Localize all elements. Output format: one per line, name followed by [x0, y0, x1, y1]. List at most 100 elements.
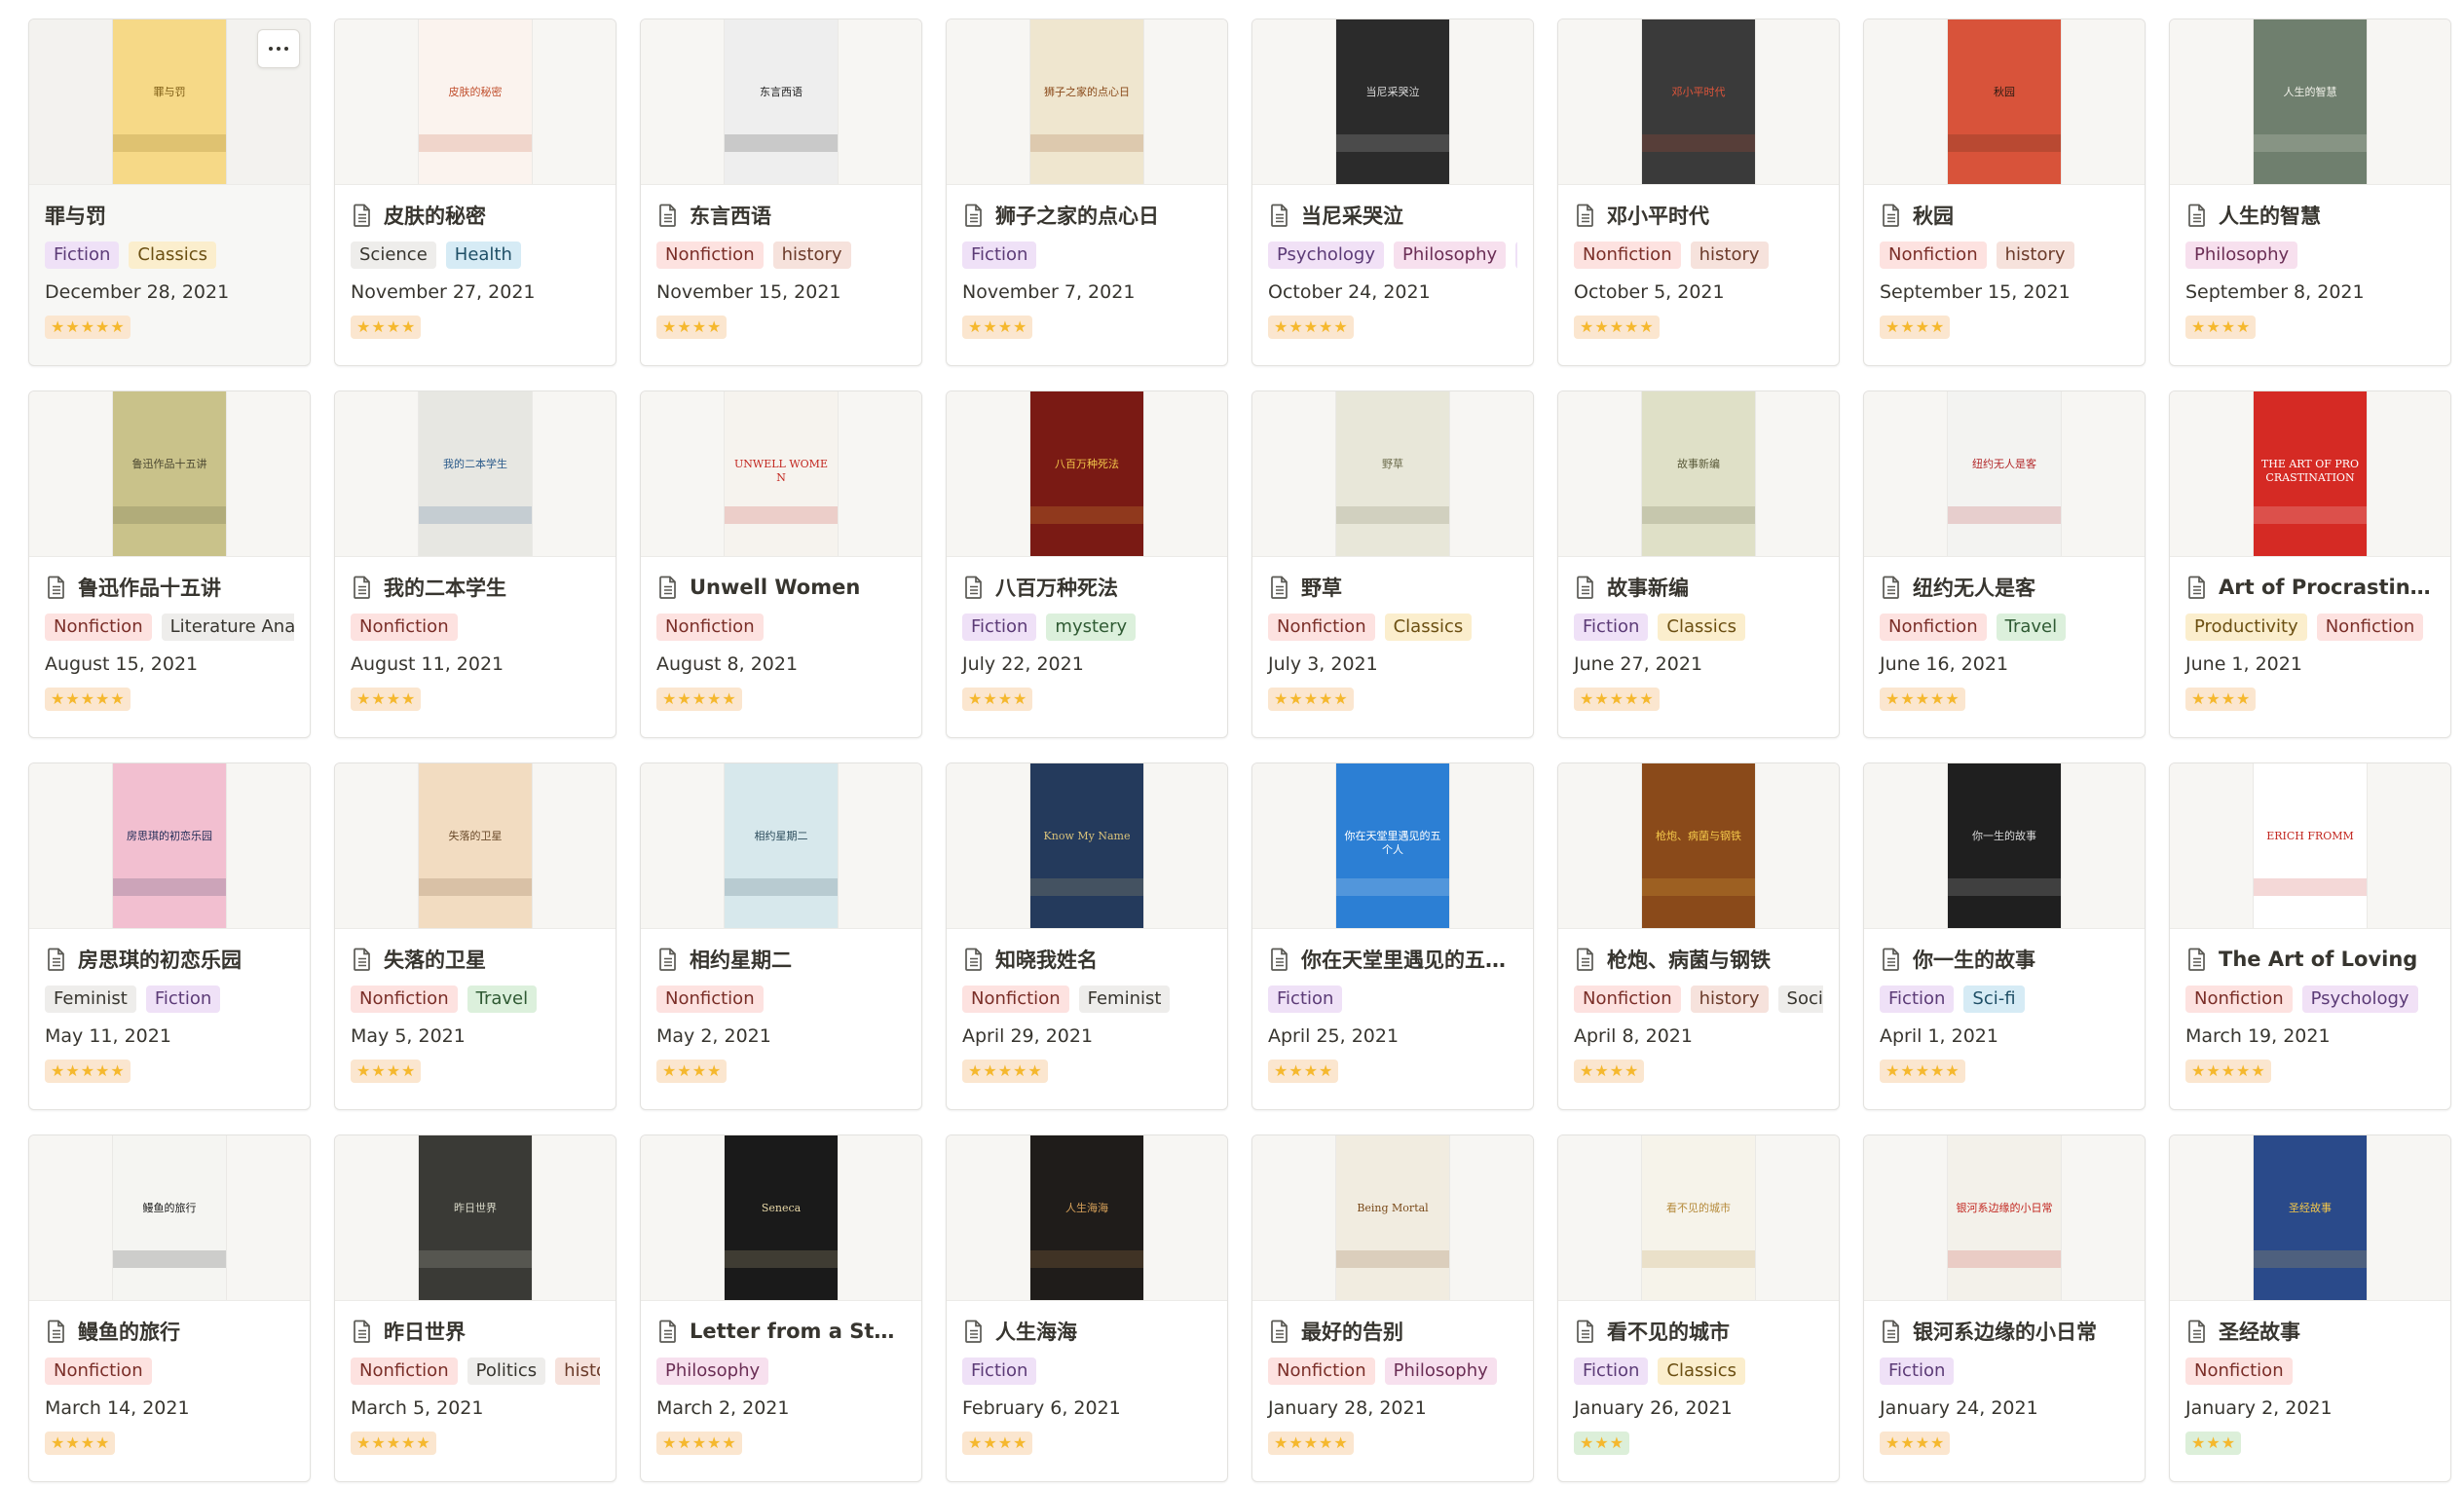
title-row[interactable]: 知晓我姓名: [962, 943, 1212, 976]
cover-area[interactable]: 秋园: [1864, 19, 2145, 185]
cover-area[interactable]: THE ART OF PROCRASTINATION: [2170, 391, 2450, 557]
title-row[interactable]: 邓小平时代: [1574, 199, 1823, 232]
cover-area[interactable]: 罪与罚: [29, 19, 310, 185]
rating-stars: ★ ★ ★ ★ ★: [1574, 688, 1660, 711]
title-row[interactable]: 纽约无人是客: [1880, 571, 2129, 604]
book-card[interactable]: 你一生的故事 你一生的故事 Fiction Sci-fi April 1, 202…: [1863, 763, 2146, 1110]
cover-area[interactable]: UNWELL WOMEN: [641, 391, 921, 557]
cover-area[interactable]: 狮子之家的点心日: [947, 19, 1227, 185]
book-card[interactable]: Know My Name 知晓我姓名 Nonfiction Feminist Ap…: [946, 763, 1228, 1110]
book-card[interactable]: 相约星期二 相约星期二 Nonfiction May 2, 2021 ★ ★ ★ ★: [640, 763, 922, 1110]
cover-area[interactable]: 皮肤的秘密: [335, 19, 616, 185]
cover-area[interactable]: 看不见的城市: [1558, 1135, 1839, 1301]
book-card[interactable]: 圣经故事 圣经故事 Nonfiction January 2, 2021 ★ ★ ★: [2169, 1135, 2451, 1482]
cover-area[interactable]: 银河系边缘的小日常: [1864, 1135, 2145, 1301]
book-card[interactable]: 邓小平时代 邓小平时代 Nonfiction history October 5,…: [1557, 19, 1840, 366]
cover-area[interactable]: 当尼采哭泣: [1252, 19, 1533, 185]
cover-area[interactable]: 鲁迅作品十五讲: [29, 391, 310, 557]
book-card[interactable]: 人生的智慧 人生的智慧 Philosophy September 8, 2021…: [2169, 19, 2451, 366]
cover-area[interactable]: 圣经故事: [2170, 1135, 2450, 1301]
date-read: March 5, 2021: [351, 1397, 484, 1419]
title-row[interactable]: The Art of Loving: [2185, 943, 2435, 976]
book-card[interactable]: ERICH FROMM The Art of Loving Nonfiction…: [2169, 763, 2451, 1110]
title-row[interactable]: 鳗鱼的旅行: [45, 1315, 294, 1348]
more-options-button[interactable]: [257, 29, 300, 68]
title-row[interactable]: 皮肤的秘密: [351, 199, 600, 232]
title-row[interactable]: Letter from a Stoic: [656, 1315, 906, 1348]
title-row[interactable]: 秋园: [1880, 199, 2129, 232]
cover-area[interactable]: 故事新编: [1558, 391, 1839, 557]
book-card[interactable]: 人生海海 人生海海 Fiction February 6, 2021 ★ ★ ★ ★: [946, 1135, 1228, 1482]
book-card[interactable]: 鳗鱼的旅行 鳗鱼的旅行 Nonfiction March 14, 2021 ★ ★…: [28, 1135, 311, 1482]
book-card[interactable]: 八百万种死法 八百万种死法 Fiction mystery July 22, 20…: [946, 391, 1228, 738]
title-row[interactable]: 你一生的故事: [1880, 943, 2129, 976]
title-row[interactable]: 当尼采哭泣: [1268, 199, 1517, 232]
title-row[interactable]: 最好的告别: [1268, 1315, 1517, 1348]
book-card[interactable]: 罪与罚 罪与罚 Fiction Classics December 28, 202…: [28, 19, 311, 366]
cover-band: [2254, 134, 2367, 153]
title-row[interactable]: 昨日世界: [351, 1315, 600, 1348]
book-card[interactable]: Seneca Letter from a Stoic Philosophy Ma…: [640, 1135, 922, 1482]
title-row[interactable]: Unwell Women: [656, 571, 906, 604]
book-card[interactable]: 东言西语 东言西语 Nonfiction history November 15,…: [640, 19, 922, 366]
cover-area[interactable]: 邓小平时代: [1558, 19, 1839, 185]
title-row[interactable]: 圣经故事: [2185, 1315, 2435, 1348]
book-card[interactable]: 皮肤的秘密 皮肤的秘密 Science Health November 27, 2…: [334, 19, 616, 366]
cover-area[interactable]: 你在天堂里遇见的五个人: [1252, 763, 1533, 929]
title-row[interactable]: 八百万种死法: [962, 571, 1212, 604]
book-card[interactable]: 看不见的城市 看不见的城市 Fiction Classics January 26…: [1557, 1135, 1840, 1482]
title-row[interactable]: 东言西语: [656, 199, 906, 232]
book-card[interactable]: 当尼采哭泣 当尼采哭泣 Psychology Philosophy Fiction …: [1251, 19, 1534, 366]
title-row[interactable]: 看不见的城市: [1574, 1315, 1823, 1348]
cover-area[interactable]: 失落的卫星: [335, 763, 616, 929]
title-row[interactable]: 罪与罚: [45, 199, 294, 232]
cover-area[interactable]: 我的二本学生: [335, 391, 616, 557]
title-row[interactable]: Art of Procrastinat…: [2185, 571, 2435, 604]
cover-area[interactable]: Know My Name: [947, 763, 1227, 929]
book-card[interactable]: Being Mortal 最好的告别 Nonfiction Philosophy …: [1251, 1135, 1534, 1482]
book-card[interactable]: 故事新编 故事新编 Fiction Classics June 27, 2021 …: [1557, 391, 1840, 738]
title-row[interactable]: 我的二本学生: [351, 571, 600, 604]
book-card[interactable]: 纽约无人是客 纽约无人是客 Nonfiction Travel June 16, …: [1863, 391, 2146, 738]
cover-area[interactable]: 房思琪的初恋乐园: [29, 763, 310, 929]
cover-area[interactable]: 人生海海: [947, 1135, 1227, 1301]
book-card[interactable]: 枪炮、病菌与钢铁 枪炮、病菌与钢铁 Nonfiction history Socie…: [1557, 763, 1840, 1110]
title-row[interactable]: 失落的卫星: [351, 943, 600, 976]
book-card[interactable]: 鲁迅作品十五讲 鲁迅作品十五讲 Nonfiction Literature An a…: [28, 391, 311, 738]
title-row[interactable]: 房思琪的初恋乐园: [45, 943, 294, 976]
book-card[interactable]: THE ART OF PROCRASTINATION Art of Procra…: [2169, 391, 2451, 738]
title-row[interactable]: 枪炮、病菌与钢铁: [1574, 943, 1823, 976]
cover-area[interactable]: 纽约无人是客: [1864, 391, 2145, 557]
cover-area[interactable]: ERICH FROMM: [2170, 763, 2450, 929]
book-card[interactable]: 狮子之家的点心日 狮子之家的点心日 Fiction November 7, 20…: [946, 19, 1228, 366]
cover-area[interactable]: Being Mortal: [1252, 1135, 1533, 1301]
cover-area[interactable]: 枪炮、病菌与钢铁: [1558, 763, 1839, 929]
title-row[interactable]: 野草: [1268, 571, 1517, 604]
cover-area[interactable]: 东言西语: [641, 19, 921, 185]
title-row[interactable]: 故事新编: [1574, 571, 1823, 604]
cover-area[interactable]: 人生的智慧: [2170, 19, 2450, 185]
title-row[interactable]: 鲁迅作品十五讲: [45, 571, 294, 604]
title-row[interactable]: 人生的智慧: [2185, 199, 2435, 232]
cover-area[interactable]: 八百万种死法: [947, 391, 1227, 557]
cover-area[interactable]: 相约星期二: [641, 763, 921, 929]
book-card[interactable]: 房思琪的初恋乐园 房思琪的初恋乐园 Feminist Fiction May 11…: [28, 763, 311, 1110]
title-row[interactable]: 相约星期二: [656, 943, 906, 976]
title-row[interactable]: 人生海海: [962, 1315, 1212, 1348]
book-card[interactable]: UNWELL WOMEN Unwell Women Nonfiction Aug…: [640, 391, 922, 738]
book-card[interactable]: 野草 野草 Nonfiction Classics July 3, 2021 ★ ★…: [1251, 391, 1534, 738]
book-card[interactable]: 银河系边缘的小日常 银河系边缘的小日常 Fiction January 24, …: [1863, 1135, 2146, 1482]
book-card[interactable]: 昨日世界 昨日世界 Nonfiction Politics history Marc…: [334, 1135, 616, 1482]
cover-area[interactable]: 昨日世界: [335, 1135, 616, 1301]
cover-area[interactable]: Seneca: [641, 1135, 921, 1301]
book-card[interactable]: 失落的卫星 失落的卫星 Nonfiction Travel May 5, 2021…: [334, 763, 616, 1110]
cover-area[interactable]: 鳗鱼的旅行: [29, 1135, 310, 1301]
book-card[interactable]: 秋园 秋园 Nonfiction history September 15, 20…: [1863, 19, 2146, 366]
title-row[interactable]: 狮子之家的点心日: [962, 199, 1212, 232]
cover-area[interactable]: 野草: [1252, 391, 1533, 557]
book-card[interactable]: 你在天堂里遇见的五个人 你在天堂里遇见的五… Fiction April 25,…: [1251, 763, 1534, 1110]
book-card[interactable]: 我的二本学生 我的二本学生 Nonfiction August 11, 2021…: [334, 391, 616, 738]
title-row[interactable]: 你在天堂里遇见的五…: [1268, 943, 1517, 976]
cover-area[interactable]: 你一生的故事: [1864, 763, 2145, 929]
title-row[interactable]: 银河系边缘的小日常: [1880, 1315, 2129, 1348]
